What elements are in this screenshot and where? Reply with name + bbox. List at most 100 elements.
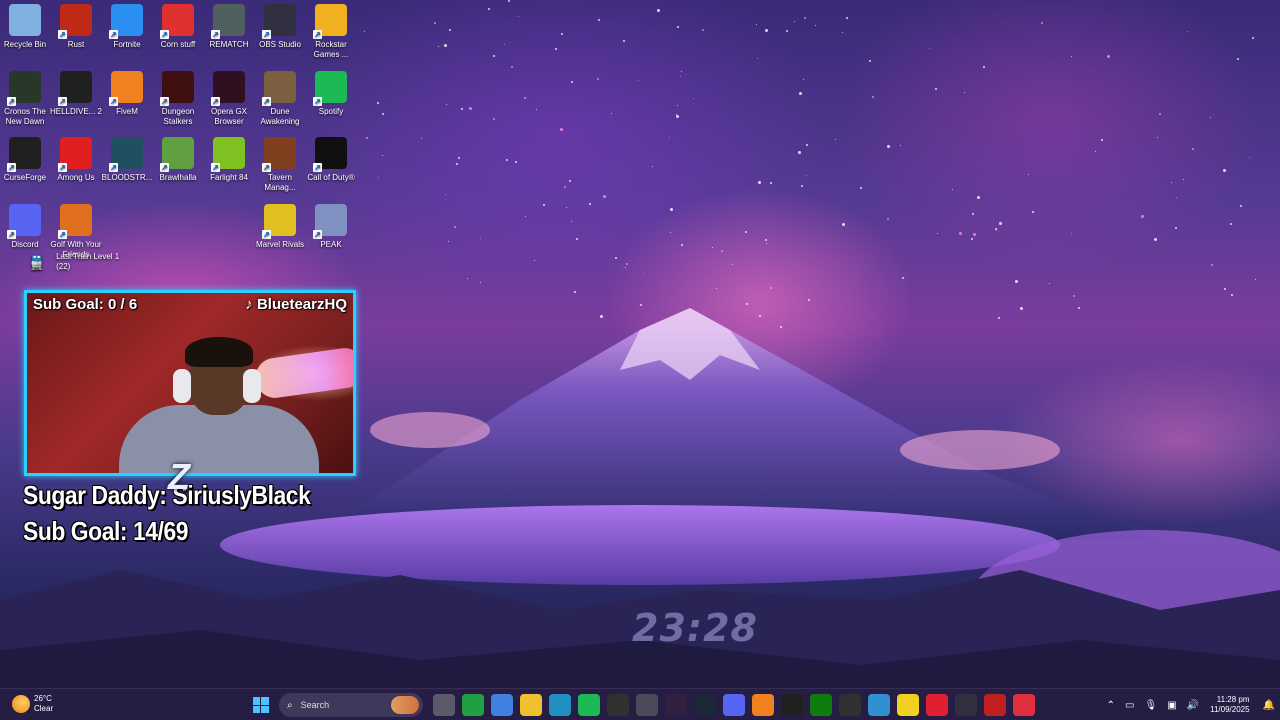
golf-icon [58,203,92,239]
weather-desc: Clear [34,704,54,713]
sticky-notes-icon[interactable] [896,694,919,716]
marvel-rivals-icon [262,203,296,239]
rust-icon [58,4,92,39]
helldivers-icon [58,70,92,106]
desktop-icon-label: Corn stuff [160,40,196,49]
obs-icon[interactable] [664,694,687,716]
desktop-icon-bloodstrike[interactable]: BLOODSTR... [99,133,155,183]
cam-handle: ♪ BluetearzHQ [245,296,347,313]
steam-icon[interactable] [693,694,716,716]
desktop-icon-dungeon-stalkers[interactable]: Dungeon Stalkers [150,67,206,127]
desktop-icon-label: Cronos The New Dawn [4,106,46,126]
desktop-icon-label: PEAK [320,239,342,249]
spreadsheet-icon[interactable] [461,694,484,716]
webcam-overlay: Sub Goal: 0 / 6 ♪ BluetearzHQ [24,290,356,476]
opera-icon[interactable] [925,694,948,716]
desktop-icon-power[interactable]: Corn stuff [150,0,206,50]
curseforge-icon [7,137,41,172]
spotify-icon[interactable] [577,694,600,716]
desktop-icon-label: Rockstar Games ... [313,40,349,59]
desktop-icon-label: CurseForge [3,173,47,182]
desktop-icon-golf[interactable]: Golf With Your Friends [48,200,104,260]
desktop-icon-fivem[interactable]: FiveM [99,67,155,117]
fivem-icon [109,70,143,106]
desktop-icon-label: Brawlhalla [159,173,197,182]
fortnite-icon [109,4,143,39]
task-view-icon[interactable] [432,694,455,716]
webcam-person-hair [185,337,253,367]
weather-temp: 26°C [34,694,52,703]
taskbar-pinned: ⌕ Search [246,692,1038,718]
taskbar-clock[interactable]: 11:28 pm 11/09/2025 [1210,695,1249,715]
desktop-icon-curseforge[interactable]: CurseForge [0,133,53,183]
clock-time: 11:28 pm [1216,695,1250,704]
desktop-icon-among-us[interactable]: Among Us [48,133,104,183]
desktop-icon-label: Call of Duty® [307,173,355,182]
cc-icon[interactable] [983,694,1006,716]
desktop-icon-discord[interactable]: Discord [0,200,53,250]
desktop-icon-helldivers[interactable]: HELLDIVE... 2 [48,67,104,117]
speaker-icon[interactable]: 🔊 [1187,700,1199,711]
desktop-icon-fortnite[interactable]: Fortnite [99,0,155,50]
webcam-person-body [119,405,319,473]
desktop-icon-label: HELLDIVE... 2 [49,106,103,116]
opera-gx-icon [211,70,245,106]
vlc-icon[interactable] [751,694,774,716]
headphones-right [243,369,261,403]
tablet-icon[interactable]: ▭ [1125,700,1134,711]
desktop-icon-dune[interactable]: Dune Awakening [252,67,308,127]
capcut-icon[interactable] [780,694,803,716]
desktop-icon-farlight[interactable]: Farlight 84 [201,133,257,183]
desktop-icon-call-of-duty[interactable]: Call of Duty® [303,133,359,183]
weather-widget[interactable]: 26°C Clear [12,694,53,714]
discord-icon[interactable] [722,694,745,716]
xbox-icon[interactable] [809,694,832,716]
webcam-lamp [252,345,353,401]
search-icon: ⌕ [287,699,293,711]
desktop-icon-cronos[interactable]: Cronos The New Dawn [0,67,53,127]
chevron-up-icon[interactable]: ⌃ [1107,700,1115,711]
cam-sub-goal: Sub Goal: 0 / 6 [33,296,138,313]
desktop-icon-obs[interactable]: OBS Studio [252,0,308,50]
desktop-icon-label: Tavern Manag... [264,173,296,192]
desktop-icon-tavern[interactable]: Tavern Manag... [252,133,308,193]
desktop-icon-brawlhalla[interactable]: Brawlhalla [150,133,206,183]
search-label: Search [300,700,330,710]
epic-games-icon[interactable] [606,694,629,716]
desktop-icon-label: REMATCH [209,40,249,49]
obs-icon [262,4,296,39]
headphones-left [173,369,191,403]
desktop-icon-rematch[interactable]: REMATCH [201,0,257,50]
taskbar-search[interactable]: ⌕ Search [279,693,423,717]
desktop-icon-marvel-rivals[interactable]: Marvel Rivals [252,200,308,250]
tavern-icon [262,137,296,172]
windows-logo-icon [252,697,269,713]
desktop-icon-opera-gx[interactable]: Opera GX Browser [201,67,257,127]
notification-bell-icon[interactable]: 🔔 [1263,700,1275,711]
photos-icon[interactable] [867,694,890,716]
desktop-icon-rockstar[interactable]: Rockstar Games ... [303,0,359,60]
brawlhalla-icon [160,137,194,172]
desktop-icon-spotify[interactable]: Spotify [303,67,359,117]
tf-icon[interactable] [1012,694,1035,716]
desktop-icon-label: Dune Awakening [260,106,300,126]
notepad-icon[interactable] [635,694,658,716]
peak-icon [313,203,347,239]
start-button[interactable] [250,694,272,716]
wallpaper-clock: 23:28 [632,606,758,650]
desktop-icon-label: Recycle Bin [3,40,47,49]
farlight-icon [211,137,245,172]
display-icon[interactable]: ▣ [1167,700,1176,711]
file-explorer-icon[interactable] [519,694,542,716]
desktop-icon-peak[interactable]: PEAK [303,200,359,250]
desktop-icon-train[interactable]: 🚆 Last Train Level 1 (22) [28,252,128,272]
desktop-icon-label: Dungeon Stalkers [161,106,195,126]
microphone-icon[interactable]: 🎙 [1144,700,1157,711]
vscode-icon[interactable] [548,694,571,716]
chrome-icon[interactable] [490,694,513,716]
terminal-icon[interactable] [954,694,977,716]
desktop-icon-label: Rust [67,40,85,49]
desktop-icon-recycle-bin[interactable]: Recycle Bin [0,0,53,50]
desktop-icon-rust[interactable]: Rust [48,0,104,50]
steelseries-icon[interactable] [838,694,861,716]
